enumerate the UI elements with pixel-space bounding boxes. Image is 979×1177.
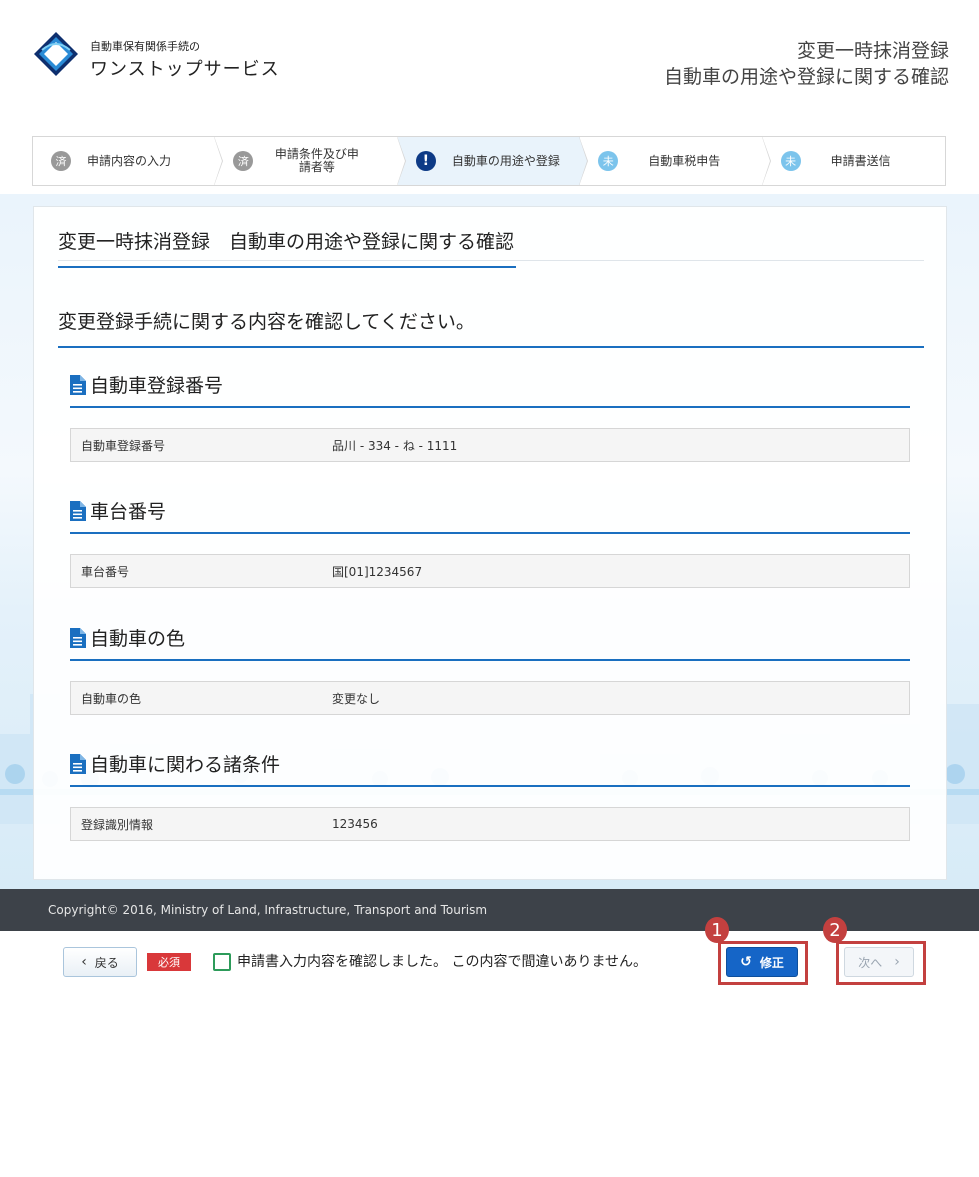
back-button-label: 戻る (94, 955, 119, 970)
step-label: 申請内容の入力 (87, 153, 172, 168)
section-heading-text: 自動車の色 (90, 628, 186, 650)
brand-title: ワンストップサービス (90, 59, 280, 80)
step-usage-registration: ! 自動車の用途や登録 (397, 136, 589, 186)
pending-icon: 未 (598, 151, 619, 171)
section-heading: 自動車登録番号 (70, 371, 910, 408)
row-label: 自動車登録番号 (81, 438, 166, 453)
step-label: 自動車税申告 (648, 153, 721, 168)
chevron-right-icon: › (894, 954, 900, 970)
page-title-line1: 変更一時抹消登録 (796, 40, 949, 62)
done-icon: 済 (233, 151, 254, 171)
section-heading-text: 車台番号 (90, 501, 167, 523)
row-label: 自動車の色 (81, 691, 142, 706)
document-icon (70, 374, 86, 395)
logo-icon (34, 32, 78, 76)
chevron-left-icon: ‹ (81, 954, 87, 970)
alert-icon: ! (415, 151, 436, 171)
card-title: 変更一時抹消登録 自動車の用途や登録に関する確認 (58, 227, 517, 268)
instruction-heading: 変更登録手続に関する内容を確認してください。 (58, 307, 924, 348)
edit-button[interactable]: ↺ 修正 (726, 947, 798, 977)
annotation-badge-1: 1 (705, 917, 729, 943)
row-value: 123456 (332, 817, 378, 831)
section-registration-number: 自動車登録番号 自動車登録番号 品川 - 334 - ね - 1111 (70, 371, 910, 462)
step-conditions: 済 申請条件及び申請者等 (215, 136, 407, 186)
edit-button-label: 修正 (759, 955, 784, 970)
brand-subtitle: 自動車保有関係手続の (90, 40, 200, 53)
confirm-checkbox-label[interactable]: 申請書入力内容を確認しました。 この内容で間違いありません。 (237, 951, 647, 971)
info-row: 自動車登録番号 品川 - 334 - ね - 1111 (70, 428, 910, 462)
step-label: 申請書送信 (830, 153, 891, 168)
required-badge: 必須 (147, 953, 191, 971)
pending-icon: 未 (780, 151, 801, 171)
section-heading: 自動車に関わる諸条件 (70, 750, 910, 787)
step-label: 自動車の用途や登録 (451, 153, 560, 168)
page-title-line2: 自動車の用途や登録に関する確認 (663, 66, 949, 88)
section-vehicle-conditions: 自動車に関わる諸条件 登録識別情報 123456 (70, 750, 910, 841)
document-icon (70, 753, 86, 774)
section-heading: 自動車の色 (70, 624, 910, 661)
back-button[interactable]: ‹ 戻る (63, 947, 137, 977)
confirmation-card: 変更一時抹消登録 自動車の用途や登録に関する確認 変更登録手続に関する内容を確認… (33, 206, 947, 880)
row-value: 品川 - 334 - ね - 1111 (332, 438, 458, 453)
document-icon (70, 500, 86, 521)
step-send: 未 申請書送信 (763, 137, 945, 185)
step-input: 済 申請内容の入力 (33, 136, 224, 186)
section-chassis-number: 車台番号 車台番号 国[01]1234567 (70, 497, 910, 588)
row-label: 車台番号 (81, 564, 130, 579)
document-icon (70, 627, 86, 648)
confirm-checkbox[interactable] (213, 953, 231, 971)
info-row: 車台番号 国[01]1234567 (70, 554, 910, 588)
section-heading-text: 自動車登録番号 (90, 375, 224, 397)
section-heading-text: 自動車に関わる諸条件 (90, 754, 281, 776)
row-label: 登録識別情報 (81, 817, 154, 832)
info-row: 登録識別情報 123456 (70, 807, 910, 841)
undo-icon: ↺ (740, 954, 752, 970)
info-row: 自動車の色 変更なし (70, 681, 910, 715)
progress-steps: 済 申請内容の入力 済 申請条件及び申請者等 ! 自動車の用途や登録 未 自動車… (32, 136, 946, 186)
section-heading: 車台番号 (70, 497, 910, 534)
page-title: 変更一時抹消登録 自動車の用途や登録に関する確認 (664, 38, 949, 90)
step-tax: 未 自動車税申告 (580, 136, 772, 186)
done-icon: 済 (51, 151, 71, 171)
section-vehicle-color: 自動車の色 自動車の色 変更なし (70, 624, 910, 715)
next-button[interactable]: 次へ › (844, 947, 914, 977)
step-label: 申請条件及び申請者等 (274, 147, 359, 174)
row-value: 国[01]1234567 (332, 564, 423, 579)
next-button-label: 次へ (858, 955, 883, 970)
annotation-badge-2: 2 (823, 917, 847, 943)
row-value: 変更なし (332, 691, 381, 706)
